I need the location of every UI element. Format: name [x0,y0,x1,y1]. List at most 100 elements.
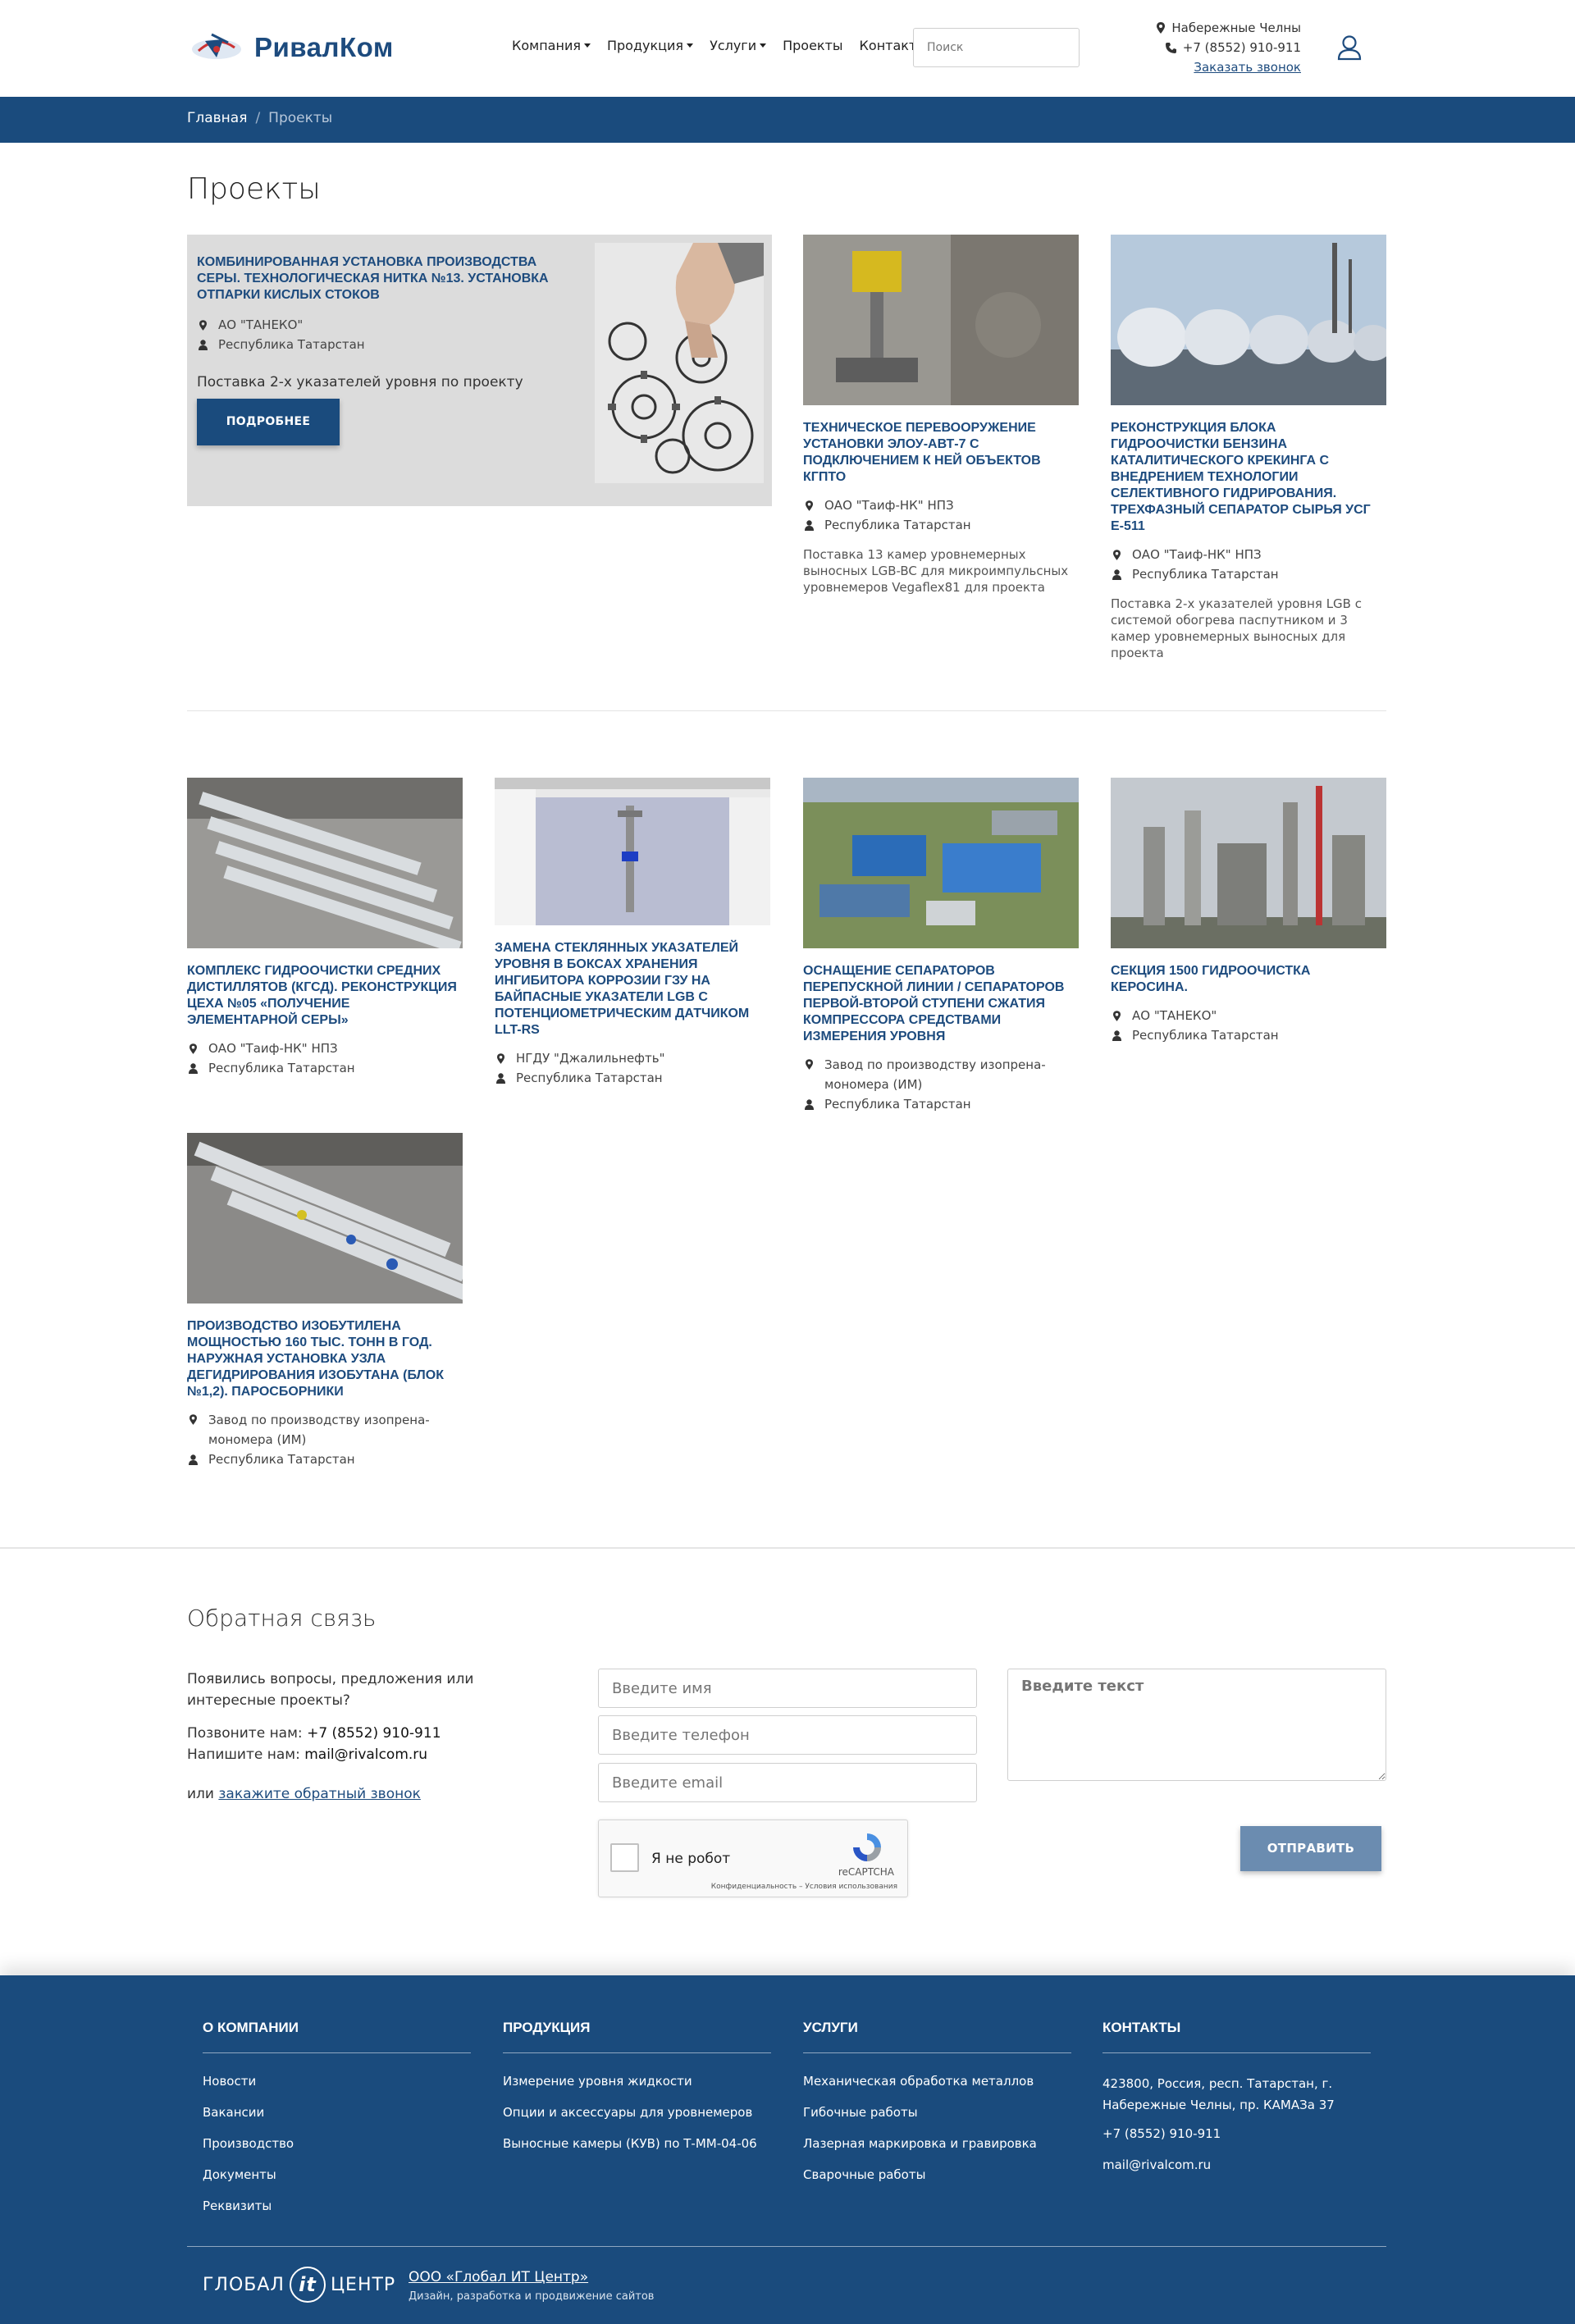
steam-collectors-photo [187,1133,463,1304]
person-icon [495,1072,506,1084]
footer-link[interactable]: Документы [203,2166,471,2183]
footer-col-contacts: КОНТАКТЫ 423800, Россия, респ. Татарстан… [1102,2020,1371,2188]
more-button[interactable]: ПОДРОБНЕЕ [197,399,340,445]
section-divider [187,710,1386,711]
project-body: ТЕХНИЧЕСКОЕ ПЕРЕВООРУЖЕНИЕ УСТАНОВКИ ЭЛО… [803,420,1079,596]
phone-field[interactable] [598,1715,977,1755]
footer-heading: КОНТАКТЫ [1102,2020,1371,2053]
nav-company[interactable]: Компания [512,38,591,53]
feedback-title: Обратная связь [187,1605,377,1632]
footer-link[interactable]: Новости [203,2073,471,2089]
dev-logo-right: ЦЕНТР [330,2274,396,2295]
footer-link[interactable]: Измерение уровня жидкости [503,2073,771,2089]
project-title[interactable]: ТЕХНИЧЕСКОЕ ПЕРЕВООРУЖЕНИЕ УСТАНОВКИ ЭЛО… [803,420,1079,486]
nav-projects[interactable]: Проекты [783,38,842,53]
project-meta: ОАО "Таиф-НК" НПЗ Республика Татарстан [1111,545,1386,584]
footer-link[interactable]: Вакансии [203,2104,471,2121]
footer-link[interactable]: Механическая обработка металлов [803,2073,1071,2089]
write-value[interactable]: mail@rivalcom.ru [304,1746,427,1763]
project-title[interactable]: СЕКЦИЯ 1500 ГИДРООЧИСТКА КЕРОСИНА. [1111,963,1386,996]
map-marker-icon [495,1052,506,1064]
project-meta: АО "ТАНЕКО" Республика Татарстан [1111,1006,1386,1045]
person-icon [187,1062,199,1074]
project-body: КОМПЛЕКС ГИДРООЧИСТКИ СРЕДНИХ ДИСТИЛЛЯТО… [187,963,463,1078]
user-account-icon[interactable] [1337,34,1362,61]
project-image[interactable] [187,778,463,948]
email-field[interactable] [598,1763,977,1802]
featured-project-card: КОМБИНИРОВАННАЯ УСТАНОВКА ПРОИЗВОДСТВА С… [187,235,772,506]
plant-aerial-photo [803,778,1079,948]
company-name: АО "ТАНЕКО" [1132,1008,1217,1023]
nav-services[interactable]: Услуги [710,38,767,53]
project-title[interactable]: КОМПЛЕКС ГИДРООЧИСТКИ СРЕДНИХ ДИСТИЛЛЯТО… [187,963,463,1029]
dev-logo-left: ГЛОБАЛ [203,2274,285,2295]
region-name: Республика Татарстан [1132,567,1279,582]
footer-link[interactable]: Сварочные работы [803,2166,1071,2183]
call-label: Позвоните нам: [187,1725,303,1742]
name-field[interactable] [598,1669,977,1708]
project-card: ТЕХНИЧЕСКОЕ ПЕРЕВООРУЖЕНИЕ УСТАНОВКИ ЭЛО… [803,235,1079,596]
project-title[interactable]: ЗАМЕНА СТЕКЛЯННЫХ УКАЗАТЕЛЕЙ УРОВНЯ В БО… [495,940,770,1039]
pipes-warehouse-photo [187,778,463,948]
nav-projects-label: Проекты [783,38,843,53]
map-marker-icon [1111,1010,1122,1021]
map-marker-icon [187,1414,199,1425]
write-label: Напишите нам: [187,1746,300,1763]
featured-image[interactable] [595,243,764,483]
footer-link[interactable]: Реквизиты [203,2198,471,2214]
project-title[interactable]: ПРОИЗВОДСТВО ИЗОБУТИЛЕНА МОЩНОСТЬЮ 160 Т… [187,1318,463,1400]
project-title[interactable]: РЕКОНСТРУКЦИЯ БЛОКА ГИДРООЧИСТКИ БЕНЗИНА… [1111,420,1386,535]
project-image[interactable] [803,235,1079,405]
project-meta: ОАО "Таиф-НК" НПЗ Республика Татарстан [187,1039,463,1078]
nav-products[interactable]: Продукция [606,38,694,53]
project-card: ЗАМЕНА СТЕКЛЯННЫХ УКАЗАТЕЛЕЙ УРОВНЯ В БО… [495,778,770,1088]
company-name: НГДУ "Джалильнефть" [516,1051,665,1066]
footer-link[interactable]: Производство [203,2135,471,2152]
chevron-down-icon [760,43,767,48]
developer-link[interactable]: ООО «Глобал ИТ Центр» [409,2269,654,2285]
person-icon [1111,1030,1122,1041]
breadcrumb-home[interactable]: Главная [187,110,247,126]
call-value[interactable]: +7 (8552) 910-911 [307,1725,441,1742]
callback-link[interactable]: Заказать звонок [1194,60,1301,75]
project-image[interactable] [495,778,770,925]
project-image[interactable] [1111,778,1386,948]
footer-link[interactable]: Выносные камеры (КУВ) по Т-ММ-04-06 [503,2135,771,2152]
footer-email[interactable]: mail@rivalcom.ru [1102,2157,1371,2173]
phone-icon [1165,42,1176,53]
project-image[interactable] [187,1133,463,1304]
developer-logo[interactable]: ГЛОБАЛ it ЦЕНТР [203,2267,395,2303]
project-card: ОСНАЩЕНИЕ СЕПАРАТОРОВ ПЕРЕПУСКНОЙ ЛИНИИ … [803,778,1079,1114]
footer-link[interactable]: Лазерная маркировка и гравировка [803,2135,1071,2152]
footer-link[interactable]: Опции и аксессуары для уровнемеров [503,2104,771,2121]
submit-button[interactable]: ОТПРАВИТЬ [1240,1826,1381,1871]
search-input[interactable] [913,28,1080,67]
project-card: ПРОИЗВОДСТВО ИЗОБУТИЛЕНА МОЩНОСТЬЮ 160 Т… [187,1133,463,1469]
footer-phone[interactable]: +7 (8552) 910-911 [1102,2125,1371,2142]
footer-col-company: О КОМПАНИИ Новости Вакансии Производство… [203,2020,471,2229]
nav-products-label: Продукция [606,38,684,53]
footer-link[interactable]: Гибочные работы [803,2104,1071,2121]
project-card: КОМПЛЕКС ГИДРООЧИСТКИ СРЕДНИХ ДИСТИЛЛЯТО… [187,778,463,1078]
featured-title[interactable]: КОМБИНИРОВАННАЯ УСТАНОВКА ПРОИЗВОДСТВА С… [197,254,554,304]
footer-address: 423800, Россия, респ. Татарстан, г. Набе… [1102,2076,1335,2112]
message-field[interactable] [1007,1669,1386,1781]
project-meta: Завод по производству изопрена-мономера … [187,1410,463,1469]
region-meta: Республика Татарстан [803,1094,1079,1114]
callback-request-link[interactable]: закажите обратный звонок [218,1786,421,1802]
logo[interactable]: РивалКом [187,18,394,77]
project-body: ЗАМЕНА СТЕКЛЯННЫХ УКАЗАТЕЛЕЙ УРОВНЯ В БО… [495,940,770,1088]
phone-line[interactable]: +7 (8552) 910-911 [1157,38,1301,57]
header-contacts: Набережные Челны +7 (8552) 910-911 Заказ… [1157,18,1301,77]
project-body: СЕКЦИЯ 1500 ГИДРООЧИСТКА КЕРОСИНА. АО "Т… [1111,963,1386,1045]
chevron-down-icon [687,43,694,48]
footer-heading: О КОМПАНИИ [203,2020,471,2053]
captcha-checkbox[interactable] [610,1843,639,1872]
company-name: АО "ТАНЕКО" [218,317,304,332]
captcha-terms[interactable]: Конфиденциальность – Условия использован… [711,1883,897,1891]
project-image[interactable] [1111,235,1386,405]
region-name: Республика Татарстан [1132,1028,1279,1043]
project-title[interactable]: ОСНАЩЕНИЕ СЕПАРАТОРОВ ПЕРЕПУСКНОЙ ЛИНИИ … [803,963,1079,1045]
project-image[interactable] [803,778,1079,948]
map-marker-icon [803,1059,815,1070]
